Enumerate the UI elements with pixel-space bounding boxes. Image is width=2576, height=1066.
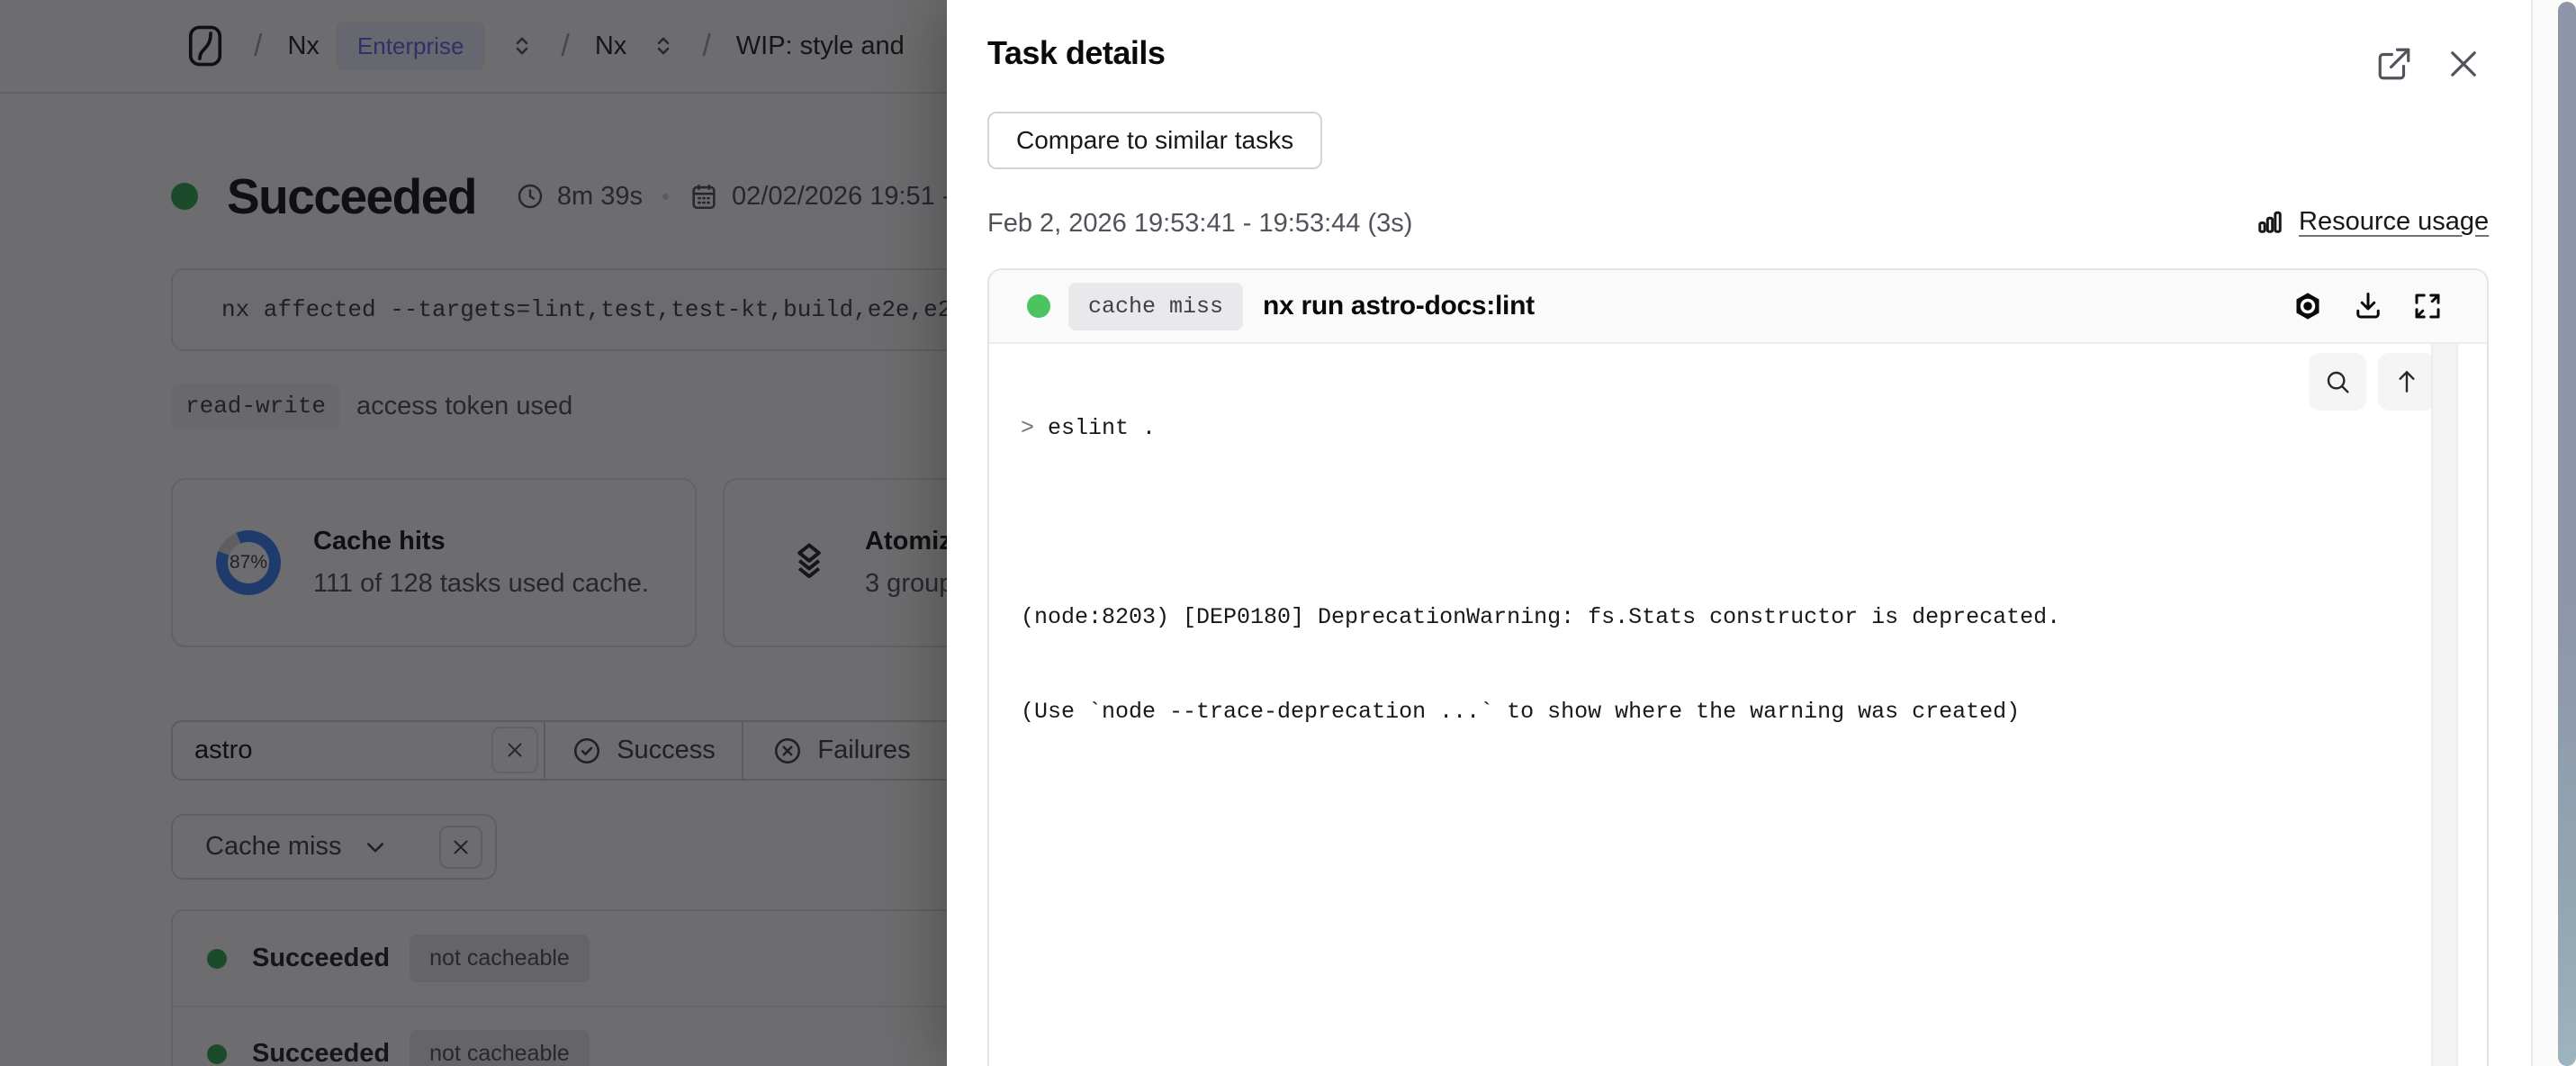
- terminal-scrollbar-track[interactable]: [2431, 344, 2458, 1066]
- task-output-card: cache miss nx run astro-docs:lint: [987, 268, 2489, 1066]
- terminal-search-button[interactable]: [2309, 353, 2366, 411]
- terminal-line: eslint .: [1048, 415, 1156, 441]
- open-in-new-icon[interactable]: [2373, 43, 2415, 85]
- bar-chart-icon: [2254, 205, 2286, 238]
- expand-icon[interactable]: [2411, 290, 2444, 322]
- terminal-scroll-top-button[interactable]: [2378, 353, 2436, 411]
- download-icon[interactable]: [2352, 290, 2384, 322]
- close-icon[interactable]: [2443, 43, 2484, 85]
- resource-usage-label: Resource usage: [2299, 207, 2489, 237]
- terminal-line: >: [1021, 415, 1034, 441]
- drawer-title: Task details: [987, 34, 1165, 72]
- window-scrollbar-thumb[interactable]: [2558, 2, 2576, 1066]
- task-details-drawer: Task details Compare to similar tasks Fe…: [947, 0, 2576, 1066]
- eye-icon[interactable]: [2291, 289, 2325, 323]
- terminal-line: [1021, 507, 2060, 538]
- terminal-line: (node:8203) [DEP0180] DeprecationWarning…: [1021, 601, 2060, 633]
- task-time-range: Feb 2, 2026 19:53:41 - 19:53:44 (3s): [987, 209, 1412, 239]
- cache-miss-badge: cache miss: [1068, 283, 1243, 330]
- status-dot-green: [1027, 294, 1050, 318]
- terminal-output: > eslint . (node:8203) [DEP0180] Depreca…: [1021, 349, 2060, 790]
- task-output-header: cache miss nx run astro-docs:lint: [989, 270, 2487, 344]
- terminal-line: (Use `node --trace-deprecation ...` to s…: [1021, 696, 2060, 727]
- task-name: nx run astro-docs:lint: [1263, 291, 1535, 321]
- resource-usage-link[interactable]: Resource usage: [2254, 205, 2489, 238]
- compare-similar-tasks-button[interactable]: Compare to similar tasks: [987, 112, 1322, 169]
- app-screen: / Nx Enterprise / Nx / WIP: style and Su…: [0, 0, 2576, 1066]
